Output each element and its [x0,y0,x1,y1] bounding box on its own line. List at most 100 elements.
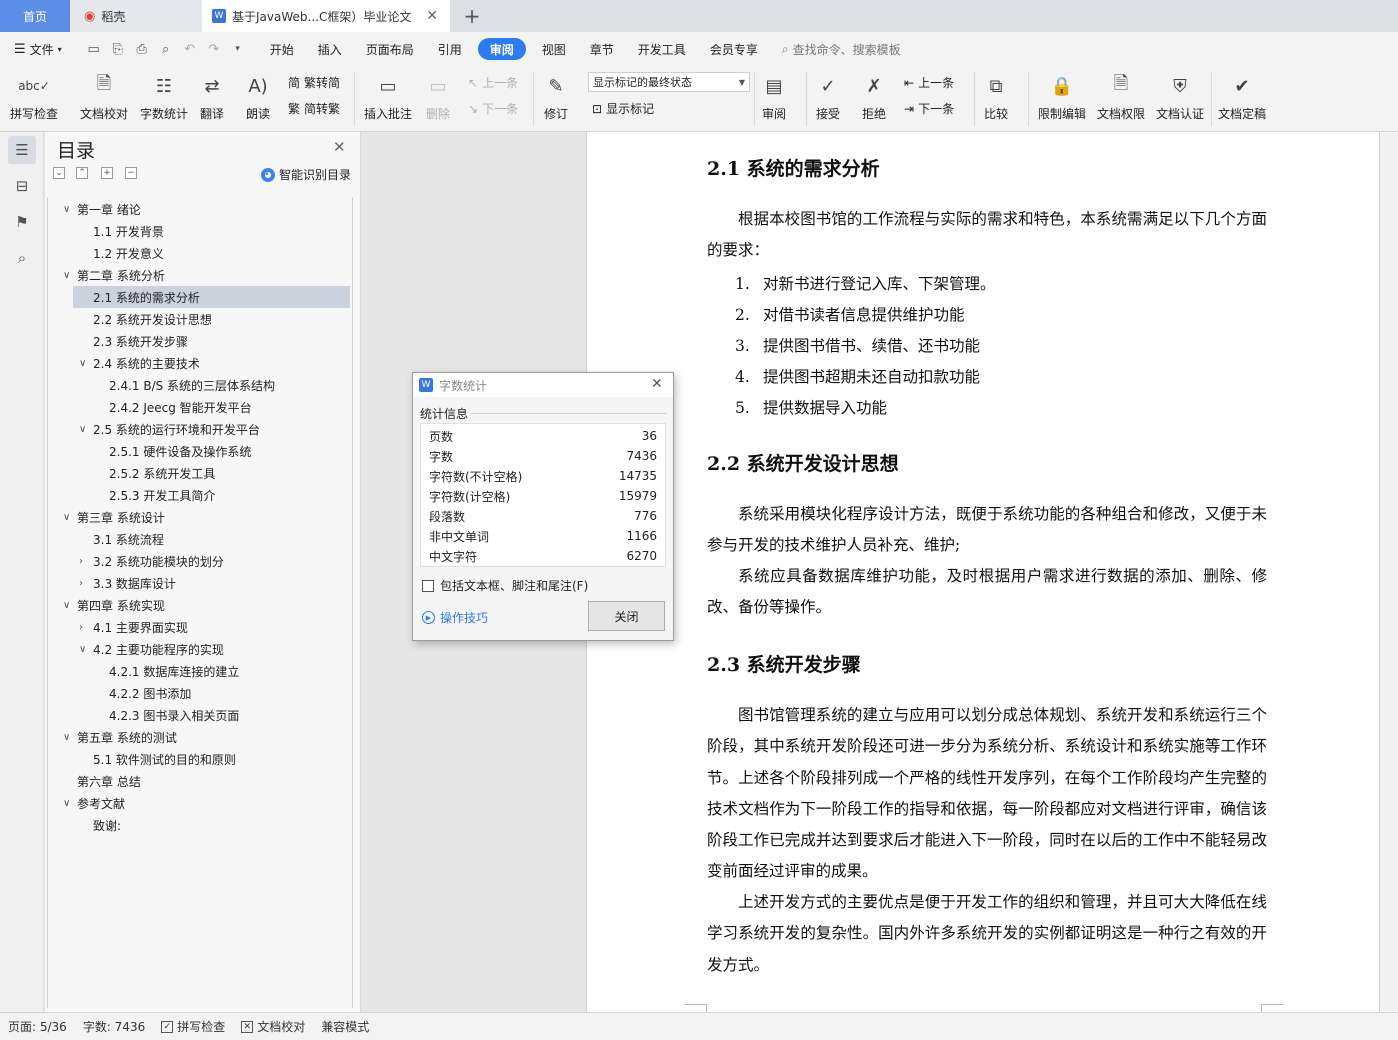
menu-chapter[interactable]: 章节 [578,38,626,60]
doc-certify-button[interactable]: ⛨ 文档认证 [1156,72,1204,122]
menu-page-layout[interactable]: 页面布局 [354,38,426,60]
toc-item[interactable]: 致谢: [73,814,350,836]
delete-comment-button[interactable]: ▭ 删除 [424,72,452,122]
toc-item[interactable]: 2.5.1 硬件设备及操作系统 [73,440,350,462]
tips-link[interactable]: ▶ 操作技巧 [422,609,488,626]
read-aloud-button[interactable]: A) 朗读 [244,72,272,122]
tab-document[interactable]: W 基于JavaWeb...C框架）毕业论文 ✕ [202,0,450,32]
review-pane-button[interactable]: ▤ 审阅 [760,72,788,122]
toc-item[interactable]: ∨ 4.2 主要功能程序的实现 [73,638,350,660]
next-change-button[interactable]: ⇥ 下一条 [904,100,954,117]
track-changes-button[interactable]: ✎ 修订 [542,72,570,122]
bookmark-icon[interactable]: ⚑ [8,208,36,236]
save-icon[interactable]: ▭ [84,39,104,59]
toc-item[interactable]: 2.1 系统的需求分析 [73,286,350,308]
translate-button[interactable]: ⇄ 翻译 [198,72,226,122]
include-textboxes-checkbox[interactable]: 包括文本框、脚注和尾注(F) [422,577,588,594]
toc-item[interactable]: 2.3 系统开发步骤 [73,330,350,352]
toc-item[interactable]: 5.1 软件测试的目的和原则 [73,748,350,770]
checkbox-box[interactable] [422,579,434,592]
chevron-down-icon[interactable]: ∨ [79,358,86,369]
reject-button[interactable]: ✗ 拒绝 [860,72,888,122]
chevron-right-icon[interactable]: › [79,622,83,633]
trad-to-simp-button[interactable]: 简繁转简 [288,74,340,91]
command-search[interactable]: ⌕ 查找命令、搜索模板 [770,38,913,60]
insert-comment-button[interactable]: ▭ 插入批注 [364,72,412,122]
toc-item[interactable]: 4.2.3 图书录入相关页面 [73,704,350,726]
toc-item[interactable]: 2.4.2 Jeecg 智能开发平台 [73,396,350,418]
doc-finalize-button[interactable]: ✔ 文档定稿 [1218,72,1266,122]
toc-item[interactable]: ∨ 第二章 系统分析 [63,264,350,286]
toc-item[interactable]: ∨ 第五章 系统的测试 [63,726,350,748]
toc-item[interactable]: 2.5.2 系统开发工具 [73,462,350,484]
page-indicator[interactable]: 页面: 5/36 [0,1013,75,1040]
next-comment-button[interactable]: ↘ 下一条 [468,100,518,117]
simp-to-trad-button[interactable]: 繁简转繁 [288,100,340,117]
toc-item[interactable]: ∨ 2.4 系统的主要技术 [73,352,350,374]
dialog-title-bar[interactable]: W 字数统计 [413,373,673,397]
restrict-editing-button[interactable]: 🔒 限制编辑 [1038,72,1086,122]
search-icon[interactable]: ⌕ [8,244,36,272]
new-tab-button[interactable]: + [458,0,486,32]
print-icon[interactable]: ⎙ [132,39,152,59]
quick-access-dropdown-icon[interactable]: ▾ [228,39,248,59]
prev-change-button[interactable]: ⇤ 上一条 [904,74,954,91]
chevron-down-icon[interactable]: ∨ [63,798,70,809]
toc-item[interactable]: ∨ 第三章 系统设计 [63,506,350,528]
spell-check-button[interactable]: abc✓ 拼写检查 [10,72,58,122]
word-count-button[interactable]: ☷ 字数统计 [140,72,188,122]
file-menu[interactable]: ☰ 文件 ▾ [0,38,74,60]
add-heading-icon[interactable]: + [101,167,113,179]
tab-daoke[interactable]: ◉ 稻壳 [70,0,202,32]
toc-item[interactable]: ∨ 参考文献 [63,792,350,814]
menu-references[interactable]: 引用 [426,38,474,60]
chevron-down-icon[interactable]: ∨ [63,204,70,215]
navigation-icon[interactable]: ⊟ [8,172,36,200]
chevron-down-icon[interactable]: ∨ [63,732,70,743]
chevron-down-icon[interactable]: ∨ [63,512,70,523]
document-page[interactable]: 2.1 系统的需求分析 根据本校图书馆的工作流程与实际的需求和特色，本系统需满足… [586,132,1380,1012]
toc-item[interactable]: 2.2 系统开发设计思想 [73,308,350,330]
close-tab-icon[interactable]: ✕ [426,8,438,24]
undo-icon[interactable]: ↶ [180,39,200,59]
toc-item[interactable]: 1.2 开发意义 [73,242,350,264]
toc-item[interactable]: 4.2.1 数据库连接的建立 [73,660,350,682]
toc-item[interactable]: › 3.2 系统功能模块的划分 [73,550,350,572]
toc-item[interactable]: 2.4.1 B/S 系统的三层体系结构 [73,374,350,396]
menu-view[interactable]: 视图 [530,38,578,60]
chevron-right-icon[interactable]: › [79,556,83,567]
accept-button[interactable]: ✓ 接受 [814,72,842,122]
toc-item[interactable]: 第六章 总结 [73,770,350,792]
toc-panel-icon[interactable]: ☰ [8,136,36,164]
dialog-close-button[interactable]: 关闭 [588,601,665,631]
print-preview-icon[interactable]: ⌕ [156,39,176,59]
close-icon[interactable]: ✕ [333,138,346,156]
chevron-down-icon[interactable]: ∨ [79,644,86,655]
chevron-right-icon[interactable]: › [79,578,83,589]
show-markup-button[interactable]: ⊡ 显示标记 [592,100,654,117]
menu-insert[interactable]: 插入 [306,38,354,60]
collapse-all-icon[interactable]: ⌄ [53,167,65,179]
menu-home[interactable]: 开始 [258,38,306,60]
vertical-scrollbar[interactable] [1380,132,1398,1012]
chevron-down-icon[interactable]: ∨ [79,424,86,435]
toc-item[interactable]: 4.2.2 图书添加 [73,682,350,704]
toc-item[interactable]: › 4.1 主要界面实现 [73,616,350,638]
toc-item[interactable]: ∨ 第四章 系统实现 [63,594,350,616]
toc-item[interactable]: › 3.3 数据库设计 [73,572,350,594]
prev-comment-button[interactable]: ↖ 上一条 [468,74,518,91]
smart-toc-button[interactable]: ◕ 智能识别目录 [261,166,351,183]
proofread-status[interactable]: ✕ 文档校对 [233,1013,313,1040]
doc-proofread-button[interactable]: 🗎 文档校对 [80,72,128,122]
markup-mode-select[interactable]: 显示标记的最终状态 ▼ [588,72,750,92]
toc-item[interactable]: ∨ 2.5 系统的运行环境和开发平台 [73,418,350,440]
chevron-down-icon[interactable]: ∨ [63,600,70,611]
menu-review[interactable]: 审阅 [477,38,526,60]
doc-permission-button[interactable]: 🗎 文档权限 [1097,72,1145,122]
toc-item[interactable]: ∨ 第一章 绪论 [63,198,350,220]
menu-member[interactable]: 会员专享 [698,38,770,60]
chevron-down-icon[interactable]: ∨ [63,270,70,281]
menu-developer[interactable]: 开发工具 [626,38,698,60]
close-icon[interactable]: ✕ [651,376,663,392]
toc-item[interactable]: 3.1 系统流程 [73,528,350,550]
